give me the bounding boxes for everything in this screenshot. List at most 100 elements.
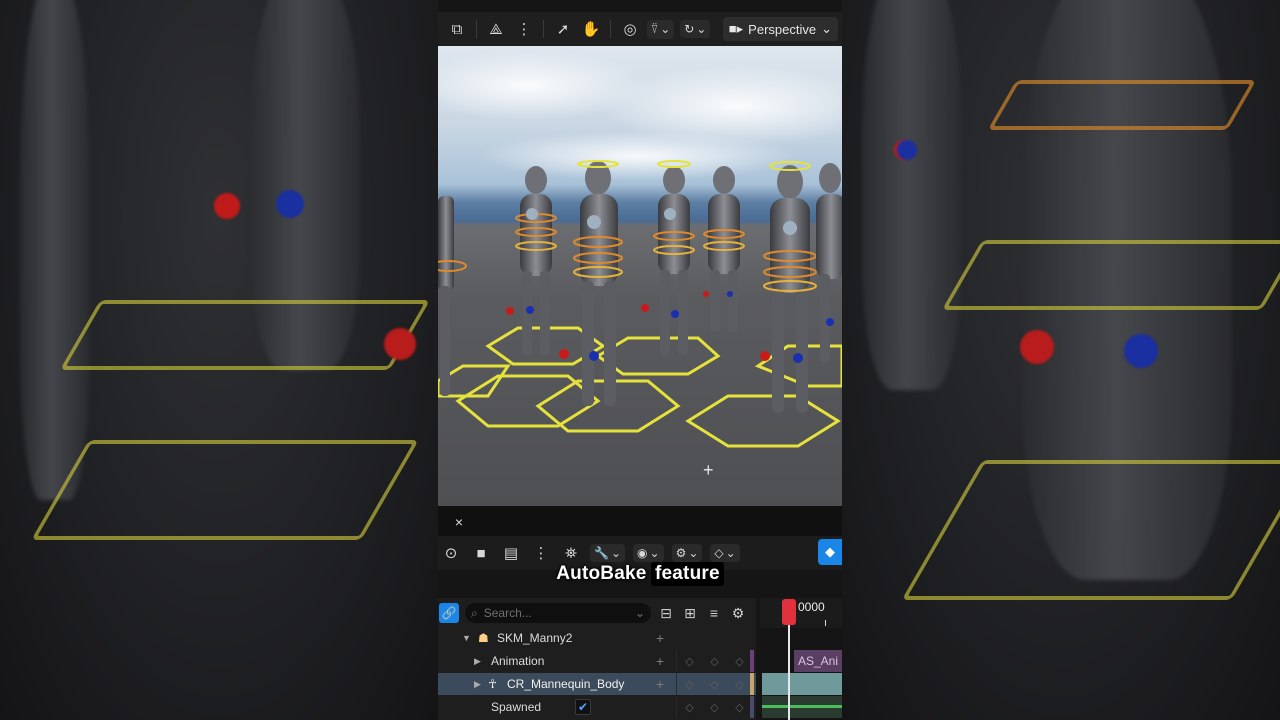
playhead-line [788,624,790,720]
key-controls: ◇ ◇ ◇ [676,673,752,695]
search-icon: ⌕ [471,605,478,620]
snap-icon[interactable]: ◎ [619,18,641,40]
background-rig-dot [1020,330,1054,364]
next-key-icon[interactable]: ◇ [735,701,743,714]
viewport-scene [438,51,842,448]
track-row-skm-manny2[interactable]: ▼ ☗ SKM_Manny2 + [438,627,756,649]
filter-collapse-icon[interactable]: ⊟ [657,605,675,622]
select-mode-icon[interactable]: ➚ [552,18,574,40]
chevron-down-icon[interactable]: ⌄ [635,606,645,620]
visibility-dropdown[interactable]: ◉ ⌄ [633,544,664,562]
background-rig-dot [214,193,240,219]
toolbar-separator [476,20,477,38]
wrench-icon: 🔧 [594,546,609,560]
animation-section[interactable]: AS_Ani [794,650,842,672]
video-caption: AutoBake feature [438,562,842,586]
mannequin [703,166,745,332]
camera-speed-dropdown[interactable]: ⍢ ⌄ [647,19,675,39]
caption-highlight-word: feature [650,562,724,586]
clapperboard-icon[interactable]: ▤ [500,542,522,564]
gear-icon[interactable]: ⚙ [729,605,747,622]
close-icon[interactable]: × [448,514,470,532]
tools-dropdown[interactable]: 🔧 ⌄ [590,544,626,562]
background-mannequin [20,0,90,500]
background-scene-left [0,0,438,720]
prev-key-icon[interactable]: ◇ [685,655,693,668]
more-options-icon[interactable]: ⋮ [530,542,552,564]
expand-caret-icon[interactable]: ▶ [474,679,481,690]
track-label: Animation [491,654,545,668]
chevron-down-icon: ⌄ [660,22,671,36]
background-control-ring [59,300,431,370]
expand-caret-icon[interactable]: ▶ [474,656,481,667]
background-scene-right [842,0,1280,720]
view-mode-label: Perspective [748,21,817,37]
chevron-down-icon: ⌄ [696,22,707,36]
mannequin [653,160,695,355]
sequencer-timeline[interactable]: 0000 AS_Ani [760,598,842,720]
sequencer-outliner: 🔗 ⌕ Search... ⌄ ⊟ ⊞ ≡ ⚙ ▼ ☗ SKM_Manny2 +… [438,598,756,720]
add-key-icon[interactable]: ◇ [710,678,718,691]
filter-expand-icon[interactable]: ⊞ [681,605,699,622]
prev-key-icon[interactable]: ◇ [685,678,693,691]
track-row-control-rig[interactable]: ▶ ☥ CR_Mannequin_Body + ◇ ◇ ◇ [438,673,756,695]
track-color-bar [750,650,754,672]
background-control-ring [901,460,1280,600]
more-options-icon[interactable]: ⋮ [513,18,535,40]
view-mode-dropdown[interactable]: ■▸ Perspective ⌄ [722,17,838,41]
transform-gizmo-icon[interactable]: ⟁ [485,18,507,40]
background-control-ring [31,440,419,540]
3d-viewport[interactable]: + [438,46,842,506]
add-track-icon[interactable]: + [656,653,664,669]
camera-icon[interactable]: ■ [470,542,492,564]
add-track-icon[interactable]: + [656,630,664,646]
mannequin [573,160,623,406]
chevron-down-icon: ⌄ [649,546,660,560]
track-row-spawned[interactable]: Spawned ✔ ◇ ◇ ◇ [438,696,756,718]
prev-key-icon[interactable]: ◇ [685,701,693,714]
rotation-snap-dropdown[interactable]: ↻ ⌄ [680,20,711,38]
search-input[interactable]: ⌕ Search... ⌄ [465,603,651,623]
crosshair-icon: + [703,460,714,480]
skeletal-mesh-icon: ☗ [478,631,489,645]
actor-icon[interactable]: ⛯ [560,542,582,564]
toolbar-separator [543,20,544,38]
collapse-caret-icon[interactable]: ▼ [462,633,471,643]
add-track-icon[interactable]: + [656,676,664,692]
ground-hex-ring [685,394,841,448]
chevron-down-icon: ⌄ [725,546,736,560]
key-dropdown[interactable]: ◇ ⌄ [710,544,740,562]
background-control-ring [987,80,1257,130]
control-rig-section[interactable] [762,673,842,695]
control-rig-icon: ☥ [488,677,497,691]
camera-speed-icon: ⍢ [651,21,659,36]
time-ruler[interactable]: 0000 [760,598,842,628]
track-label: SKM_Manny2 [497,631,573,645]
outliner-search-row: 🔗 ⌕ Search... ⌄ ⊟ ⊞ ≡ ⚙ [438,600,756,626]
pan-hand-icon[interactable]: ✋ [580,18,602,40]
track-row-animation[interactable]: Animation ▶ + ◇ ◇ ◇ [438,650,756,672]
link-icon[interactable]: 🔗 [439,603,459,623]
find-camera-icon[interactable]: ⊙ [440,542,462,564]
background-rig-dot [276,190,304,218]
next-key-icon[interactable]: ◇ [735,655,743,668]
mannequin [763,161,817,413]
track-color-bar [750,673,754,695]
add-key-icon[interactable]: ◇ [710,701,718,714]
gear-play-icon: ⚙ [675,546,687,560]
add-key-icon[interactable]: ◇ [710,655,718,668]
next-key-icon[interactable]: ◇ [735,678,743,691]
maximize-viewport-icon[interactable]: ⧉ [446,18,468,40]
editor-window: ⧉ ⟁ ⋮ ➚ ✋ ◎ ⍢ ⌄ ↻ ⌄ ■▸ Perspective ⌄ + ×… [438,0,842,720]
mannequin [816,163,842,362]
screen: ⧉ ⟁ ⋮ ➚ ✋ ◎ ⍢ ⌄ ↻ ⌄ ■▸ Perspective ⌄ + ×… [0,0,1280,720]
panel-tab-strip: × [438,506,842,536]
playback-settings-dropdown[interactable]: ⚙ ⌄ [671,544,703,562]
spawned-checkbox[interactable]: ✔ [575,699,591,715]
rotate-icon: ↻ [684,22,695,36]
ground-hex-ring [455,374,601,428]
track-label: Spawned [491,700,542,714]
list-view-icon[interactable]: ≡ [705,605,723,621]
playhead-handle[interactable] [782,599,796,625]
chevron-down-icon: ⌄ [821,21,832,36]
